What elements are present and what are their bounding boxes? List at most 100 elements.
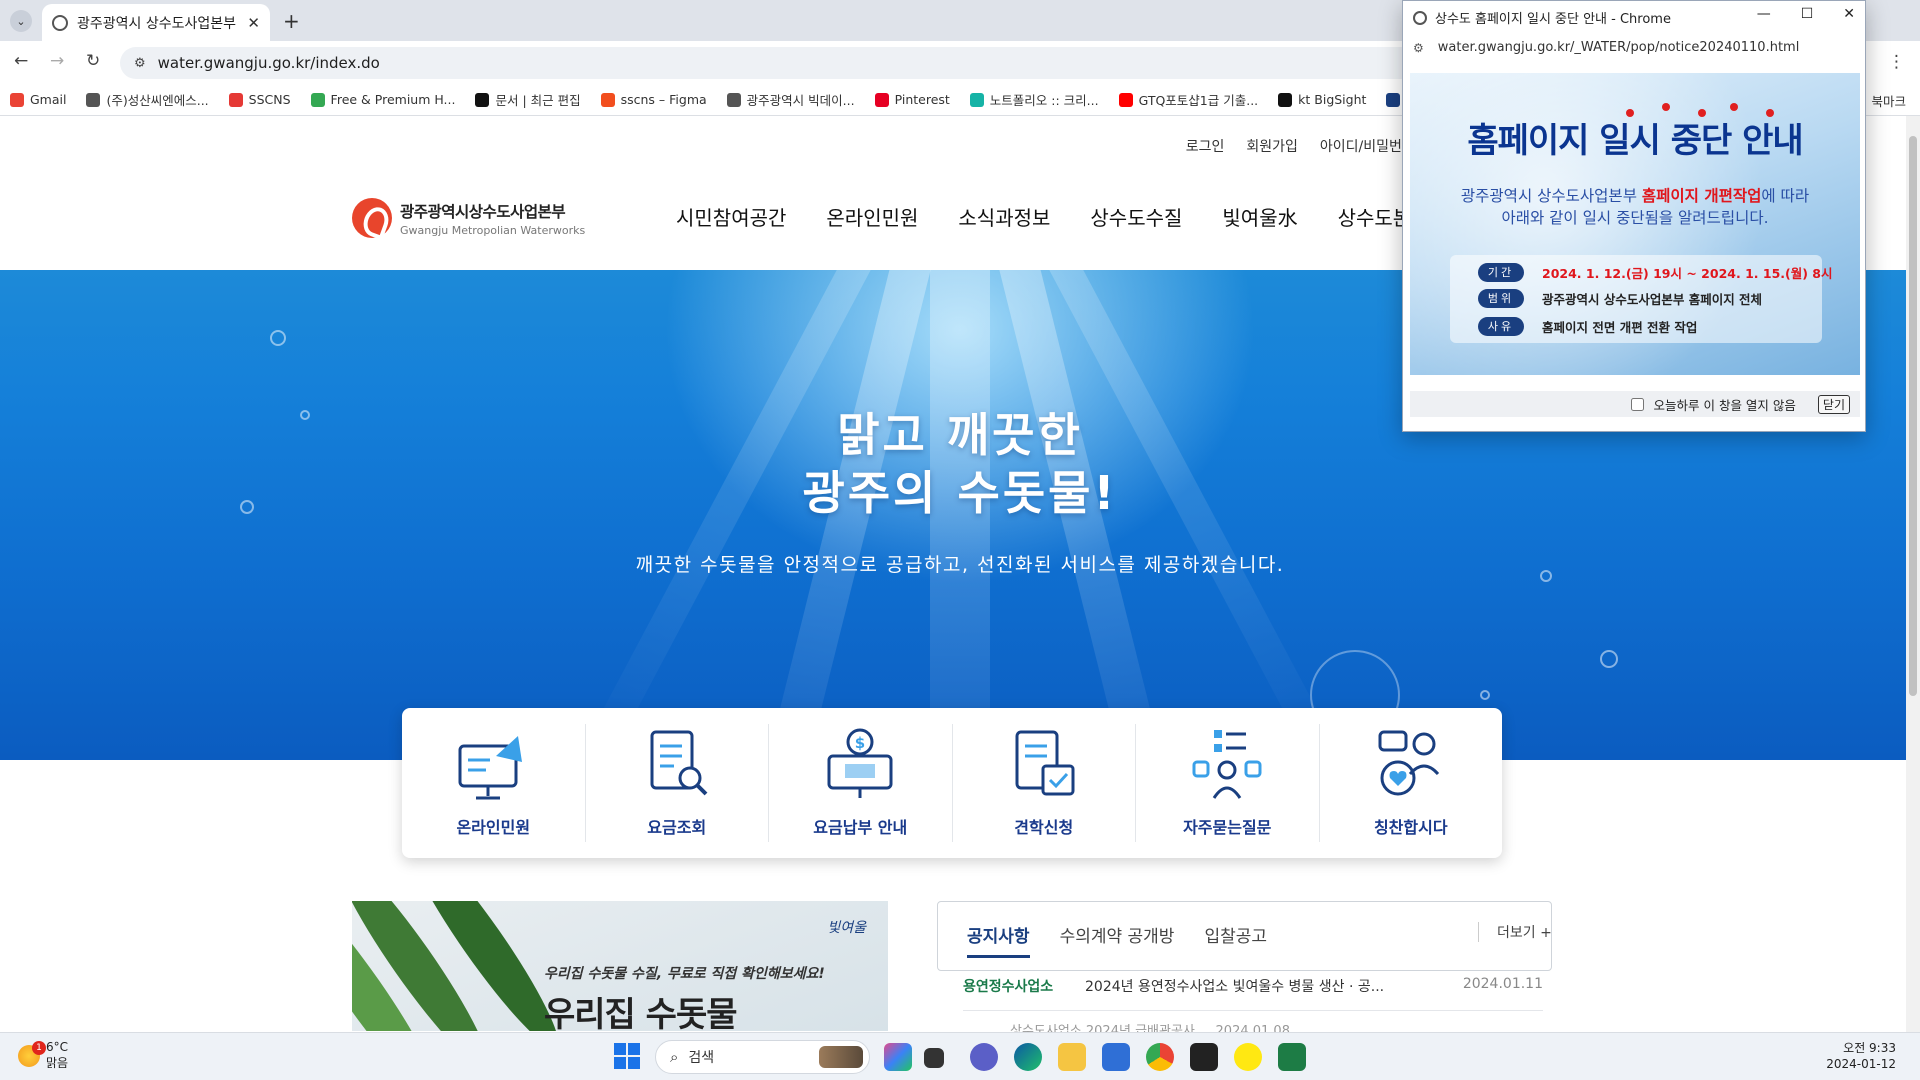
address-bar[interactable]: ⚙ water.gwangju.go.kr/index.do <box>120 47 1430 79</box>
close-tab-icon[interactable]: ✕ <box>247 14 260 32</box>
quick-payment-guide[interactable]: $ 요금납부 안내 <box>769 724 953 842</box>
svg-text:$: $ <box>855 734 865 752</box>
forward-arrow-icon[interactable]: → <box>50 51 64 71</box>
close-icon[interactable]: ✕ <box>1843 6 1855 22</box>
quick-tour-request[interactable]: 견학신청 <box>953 724 1136 842</box>
bookmark-item[interactable]: (주)성산씨엔에스... <box>86 90 209 109</box>
news-tab[interactable]: 수의계약 공개방 <box>1060 922 1175 958</box>
page-scrollbar[interactable] <box>1906 116 1920 1032</box>
reload-icon[interactable]: ↻ <box>86 51 100 71</box>
calendar-document-icon <box>1015 730 1075 796</box>
quick-label: 자주묻는질문 <box>1183 818 1272 837</box>
browser-tab[interactable]: 광주광역시 상수도사업본부 ✕ <box>42 4 270 41</box>
bookmark-label: 광주광역시 빅데이... <box>746 93 855 108</box>
bookmarks-folder[interactable]: 북마크 <box>1871 91 1906 110</box>
file-explorer-icon[interactable] <box>1058 1043 1086 1071</box>
clock-time: 오전 9:33 <box>1843 1041 1896 1055</box>
news-tab[interactable]: 공지사항 <box>967 922 1030 958</box>
news-tab[interactable]: 입찰공고 <box>1204 922 1267 958</box>
bookmark-item[interactable]: Gmail <box>10 92 66 107</box>
system-clock[interactable]: 오전 9:33 2024-01-12 <box>1826 1040 1896 1072</box>
bookmark-label: kt BigSight <box>1298 92 1367 107</box>
nav-item[interactable]: 상수도수질 <box>1090 202 1182 231</box>
bookmark-item[interactable]: SSCNS <box>228 92 291 107</box>
quick-menu: 온라인민원 요금조회 $ 요금납부 안내 견학신청 자주묻는질문 칭찬합시다 <box>402 708 1502 858</box>
popup-address: ⚙ water.gwangju.go.kr/_WATER/pop/notice2… <box>1413 40 1799 55</box>
bookmark-favicon-icon <box>475 92 490 107</box>
bookmark-item[interactable]: 노트폴리오 :: 크리... <box>969 90 1099 109</box>
nav-item[interactable]: 시민참여공간 <box>676 202 786 231</box>
store-icon[interactable] <box>1102 1043 1130 1071</box>
bookmark-favicon-icon <box>10 92 24 107</box>
nav-item[interactable]: 상수도본 <box>1338 202 1412 231</box>
sticky-notes-icon[interactable] <box>1190 1043 1218 1071</box>
quick-online-petition[interactable]: 온라인민원 <box>402 724 586 842</box>
payment-computer-icon: $ <box>827 728 893 798</box>
bookmark-item[interactable]: GTQ포토샵1급 기출... <box>1118 90 1259 109</box>
quick-fee-lookup[interactable]: 요금조회 <box>586 724 769 842</box>
site-logo[interactable]: 광주광역시상수도사업본부 Gwangju Metropolian Waterwo… <box>352 198 585 238</box>
bookmark-label: Gmail <box>30 92 67 107</box>
logo-korean: 광주광역시상수도사업본부 <box>400 202 566 221</box>
bookmark-item[interactable]: sscns – Figma <box>600 92 707 107</box>
hero-subtitle: 깨끗한 수돗물을 안정적으로 공급하고, 선진화된 서비스를 제공하겠습니다. <box>635 554 1285 576</box>
util-link[interactable]: 회원가입 <box>1246 136 1298 156</box>
notice-row-period: 기간 2024. 1. 12.(금) 19시 ~ 2024. 1. 15.(월) … <box>1478 263 1833 282</box>
new-tab-button[interactable]: + <box>283 9 300 33</box>
bookmark-item[interactable]: 광주광역시 빅데이... <box>726 90 855 109</box>
copilot-icon[interactable] <box>884 1043 912 1071</box>
taskbar-search[interactable]: ⌕ 검색 <box>655 1040 870 1074</box>
weather-condition: 맑음 <box>46 1056 69 1070</box>
util-link[interactable]: 로그인 <box>1186 136 1225 156</box>
bookmark-item[interactable]: kt BigSight <box>1278 92 1366 107</box>
chrome-icon[interactable] <box>1146 1043 1174 1071</box>
windows-taskbar <box>0 1032 1920 1080</box>
clock-date: 2024-01-12 <box>1826 1057 1896 1071</box>
site-info-icon[interactable]: ⚙ <box>134 56 146 71</box>
bookmark-item[interactable]: Free & Premium H... <box>310 92 456 107</box>
bookmark-item[interactable]: Pinterest <box>874 92 950 107</box>
weather-widget[interactable]: 1 6°C 맑음 <box>18 1040 68 1071</box>
popup-close-button[interactable]: 닫기 <box>1817 394 1850 414</box>
excel-icon[interactable] <box>1278 1043 1306 1071</box>
popup-titlebar[interactable]: 상수도 홈페이지 일시 중단 안내 - Chrome <box>1413 8 1671 27</box>
dont-show-today-label: 오늘하루 이 창을 열지 않음 <box>1653 397 1796 413</box>
nav-item[interactable]: 빛여울水 <box>1222 202 1297 231</box>
url-text: water.gwangju.go.kr/index.do <box>157 54 380 72</box>
banner-signature: 빛여울 <box>827 920 866 936</box>
notice-row-reason: 사유 홈페이지 전면 개편 전환 작업 <box>1478 317 1697 336</box>
tab-search-button[interactable]: ⌄ <box>10 10 32 32</box>
news-list-item[interactable]: 용연정수사업소 2024년 용연정수사업소 빛여울수 병물 생산 · 공... … <box>963 976 1543 1011</box>
nav-item[interactable]: 소식과정보 <box>958 202 1050 231</box>
bookmark-favicon-icon <box>1118 92 1133 107</box>
teams-chat-icon[interactable] <box>970 1043 998 1071</box>
tap-water-banner[interactable]: 빛여울 우리집 수돗물 수질, 무료로 직접 확인해보세요! 우리집 수돗물 <box>352 901 888 1031</box>
menu-icon[interactable]: ⋮ <box>1888 52 1905 72</box>
site-info-icon[interactable]: ⚙ <box>1413 41 1424 55</box>
logo-english: Gwangju Metropolian Waterworks <box>400 223 586 237</box>
quick-praise[interactable]: 칭찬합시다 <box>1320 724 1503 842</box>
sun-icon: 1 <box>18 1040 46 1067</box>
minimize-icon[interactable]: — <box>1757 6 1771 22</box>
kakaotalk-icon[interactable] <box>1234 1043 1262 1071</box>
news-list-item-partial[interactable]: 상수도사업소 2024년 급배관공사 ... 2024.01.08 <box>1010 1020 1550 1032</box>
popup-url: water.gwangju.go.kr/_WATER/pop/notice202… <box>1437 40 1800 55</box>
quick-label: 요금조회 <box>647 818 707 837</box>
more-link[interactable]: 더보기 + <box>1478 922 1552 942</box>
bookmark-label: GTQ포토샵1급 기출... <box>1138 93 1259 108</box>
search-placeholder: 검색 <box>688 1050 715 1066</box>
back-arrow-icon[interactable]: ← <box>14 51 28 71</box>
bookmark-label: Free & Premium H... <box>330 92 456 107</box>
banner-title: 우리집 수돗물 <box>544 995 738 1031</box>
edge-icon[interactable] <box>1014 1043 1042 1071</box>
nav-item[interactable]: 온라인민원 <box>826 202 918 231</box>
bookmark-label: SSCNS <box>248 92 291 107</box>
dont-show-today-checkbox[interactable] <box>1630 397 1644 411</box>
task-view-icon[interactable] <box>924 1048 944 1068</box>
news-title: 2024년 용연정수사업소 빛여울수 병물 생산 · 공... <box>1085 979 1385 995</box>
bookmark-favicon-icon <box>1278 92 1293 107</box>
bookmark-item[interactable]: 문서 | 최근 편집 <box>475 90 581 109</box>
windows-start-icon[interactable] <box>614 1043 640 1069</box>
maximize-icon[interactable]: ☐ <box>1801 6 1814 22</box>
quick-faq[interactable]: 자주묻는질문 <box>1136 724 1320 842</box>
